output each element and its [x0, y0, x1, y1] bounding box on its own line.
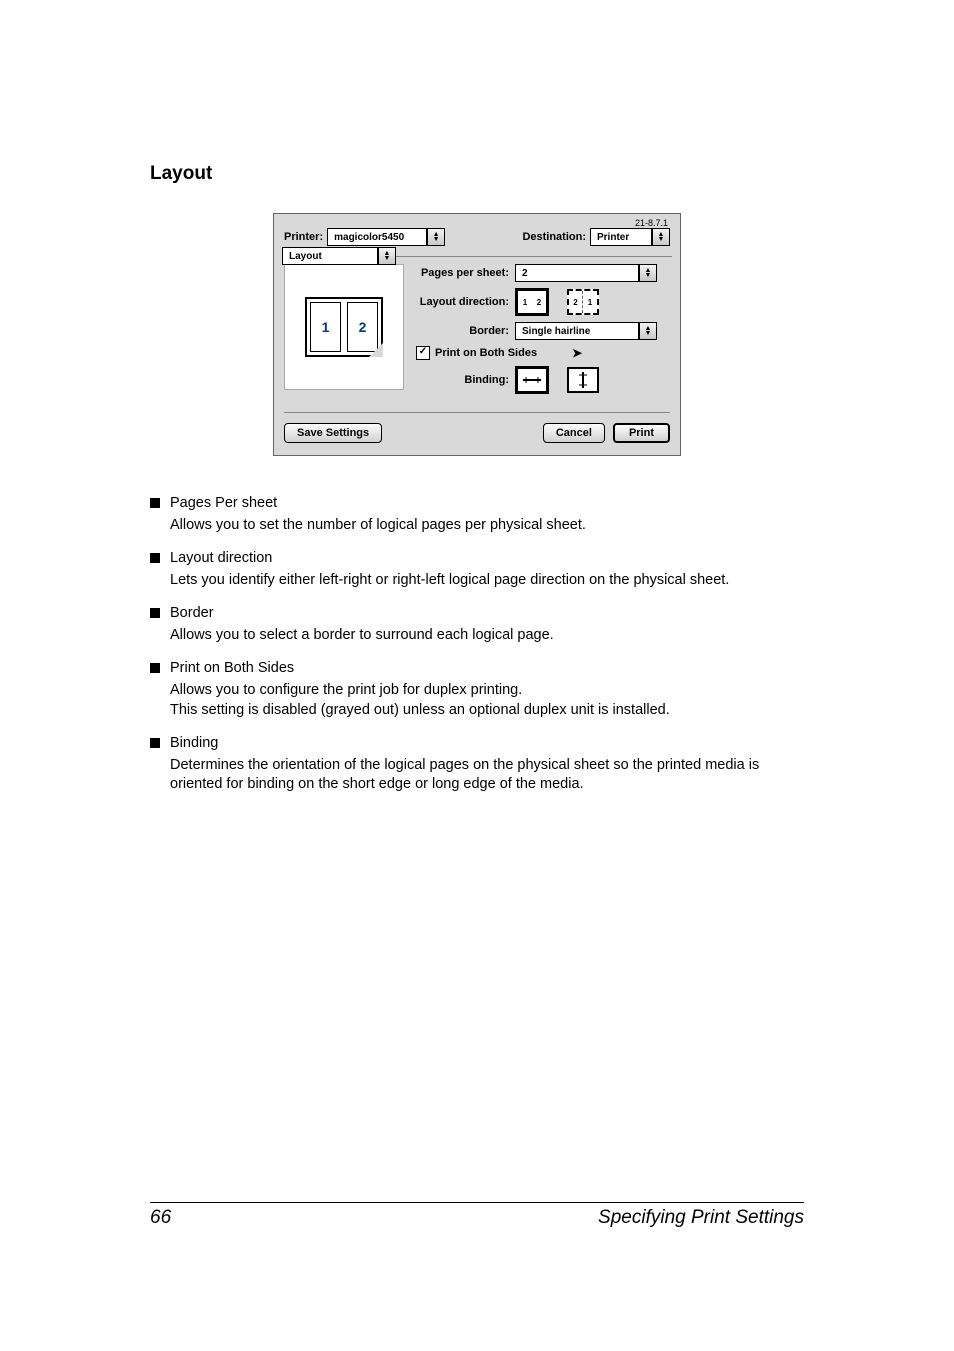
updown-icon: ▲▼: [652, 228, 670, 246]
tab-select-value: Layout: [282, 247, 378, 265]
square-bullet-icon: [150, 498, 160, 508]
pages-per-sheet-select[interactable]: 2 ▲▼: [515, 264, 657, 282]
square-bullet-icon: [150, 553, 160, 563]
list-term: Layout direction: [170, 549, 729, 569]
layout-direction-label: Layout direction:: [414, 296, 509, 308]
border-label: Border:: [414, 325, 509, 337]
printer-label: Printer:: [284, 231, 323, 243]
section-title: Layout: [150, 163, 804, 185]
printer-select-value: magicolor5450: [327, 228, 427, 246]
footer-title: Specifying Print Settings: [598, 1207, 804, 1229]
list-term: Pages Per sheet: [170, 494, 586, 514]
save-settings-button[interactable]: Save Settings: [284, 423, 382, 443]
feature-list: Pages Per sheet Allows you to set the nu…: [150, 494, 804, 795]
list-term: Print on Both Sides: [170, 659, 670, 679]
layout-dialog: 21-8.7.1 Printer: magicolor5450 ▲▼ Desti…: [273, 213, 681, 456]
list-term: Border: [170, 604, 554, 624]
binding-short-edge-icon[interactable]: [567, 367, 599, 393]
pages-per-sheet-label: Pages per sheet:: [414, 267, 509, 279]
printer-select[interactable]: magicolor5450 ▲▼: [327, 228, 445, 246]
layout-direction-rl-icon[interactable]: 2 1: [567, 289, 599, 315]
dialog-top-row: Printer: magicolor5450 ▲▼ Destination: P…: [284, 228, 670, 246]
updown-icon: ▲▼: [427, 228, 445, 246]
page-curl-icon: [369, 343, 383, 357]
print-both-sides-checkbox[interactable]: ✓: [416, 346, 430, 360]
list-desc: Allows you to set the number of logical …: [170, 516, 586, 536]
list-desc: Allows you to select a border to surroun…: [170, 626, 554, 646]
binding-long-edge-icon[interactable]: [515, 366, 549, 394]
layout-dir-cell: 2: [569, 291, 583, 313]
list-item: Pages Per sheet Allows you to set the nu…: [150, 494, 804, 535]
destination-label: Destination:: [522, 231, 586, 243]
tab-select[interactable]: Layout ▲▼: [282, 247, 396, 265]
binding-label: Binding:: [414, 374, 509, 386]
tab-area: Layout ▲▼ 1 2 Pages per sheet: 2: [284, 258, 670, 400]
print-both-sides-row: ✓ Print on Both Sides ➤: [416, 346, 670, 360]
updown-icon: ▲▼: [639, 264, 657, 282]
destination-select-value: Printer: [590, 228, 652, 246]
list-desc: Determines the orientation of the logica…: [170, 756, 804, 795]
layout-dir-cell: 1: [583, 291, 597, 313]
dialog-footer: Save Settings Cancel Print: [284, 412, 670, 443]
list-desc: Lets you identify either left-right or r…: [170, 571, 729, 591]
square-bullet-icon: [150, 738, 160, 748]
layout-direction-lr-icon[interactable]: 1 2: [515, 288, 549, 316]
list-desc: Allows you to configure the print job fo…: [170, 681, 670, 720]
list-item: Layout direction Lets you identify eithe…: [150, 549, 804, 590]
cancel-button[interactable]: Cancel: [543, 423, 605, 443]
page-footer: 66 Specifying Print Settings: [150, 1202, 804, 1229]
border-value: Single hairline: [515, 322, 639, 340]
pages-per-sheet-value: 2: [515, 264, 639, 282]
cursor-icon: ➤: [572, 346, 582, 360]
dialog-version: 21-8.7.1: [635, 218, 668, 228]
square-bullet-icon: [150, 608, 160, 618]
square-bullet-icon: [150, 663, 160, 673]
list-item: Border Allows you to select a border to …: [150, 604, 804, 645]
layout-dir-cell: 1: [518, 291, 532, 313]
page-layout-preview: 1 2: [284, 264, 404, 390]
list-item: Binding Determines the orientation of th…: [150, 734, 804, 795]
border-select[interactable]: Single hairline ▲▼: [515, 322, 657, 340]
layout-dir-cell: 2: [532, 291, 546, 313]
list-item: Print on Both Sides Allows you to config…: [150, 659, 804, 720]
destination-select[interactable]: Printer ▲▼: [590, 228, 670, 246]
preview-page-1: 1: [310, 302, 341, 352]
updown-icon: ▲▼: [639, 322, 657, 340]
list-term: Binding: [170, 734, 804, 754]
updown-icon: ▲▼: [378, 247, 396, 265]
page-number: 66: [150, 1207, 171, 1229]
print-button[interactable]: Print: [613, 423, 670, 443]
print-both-sides-label: Print on Both Sides: [435, 347, 537, 359]
